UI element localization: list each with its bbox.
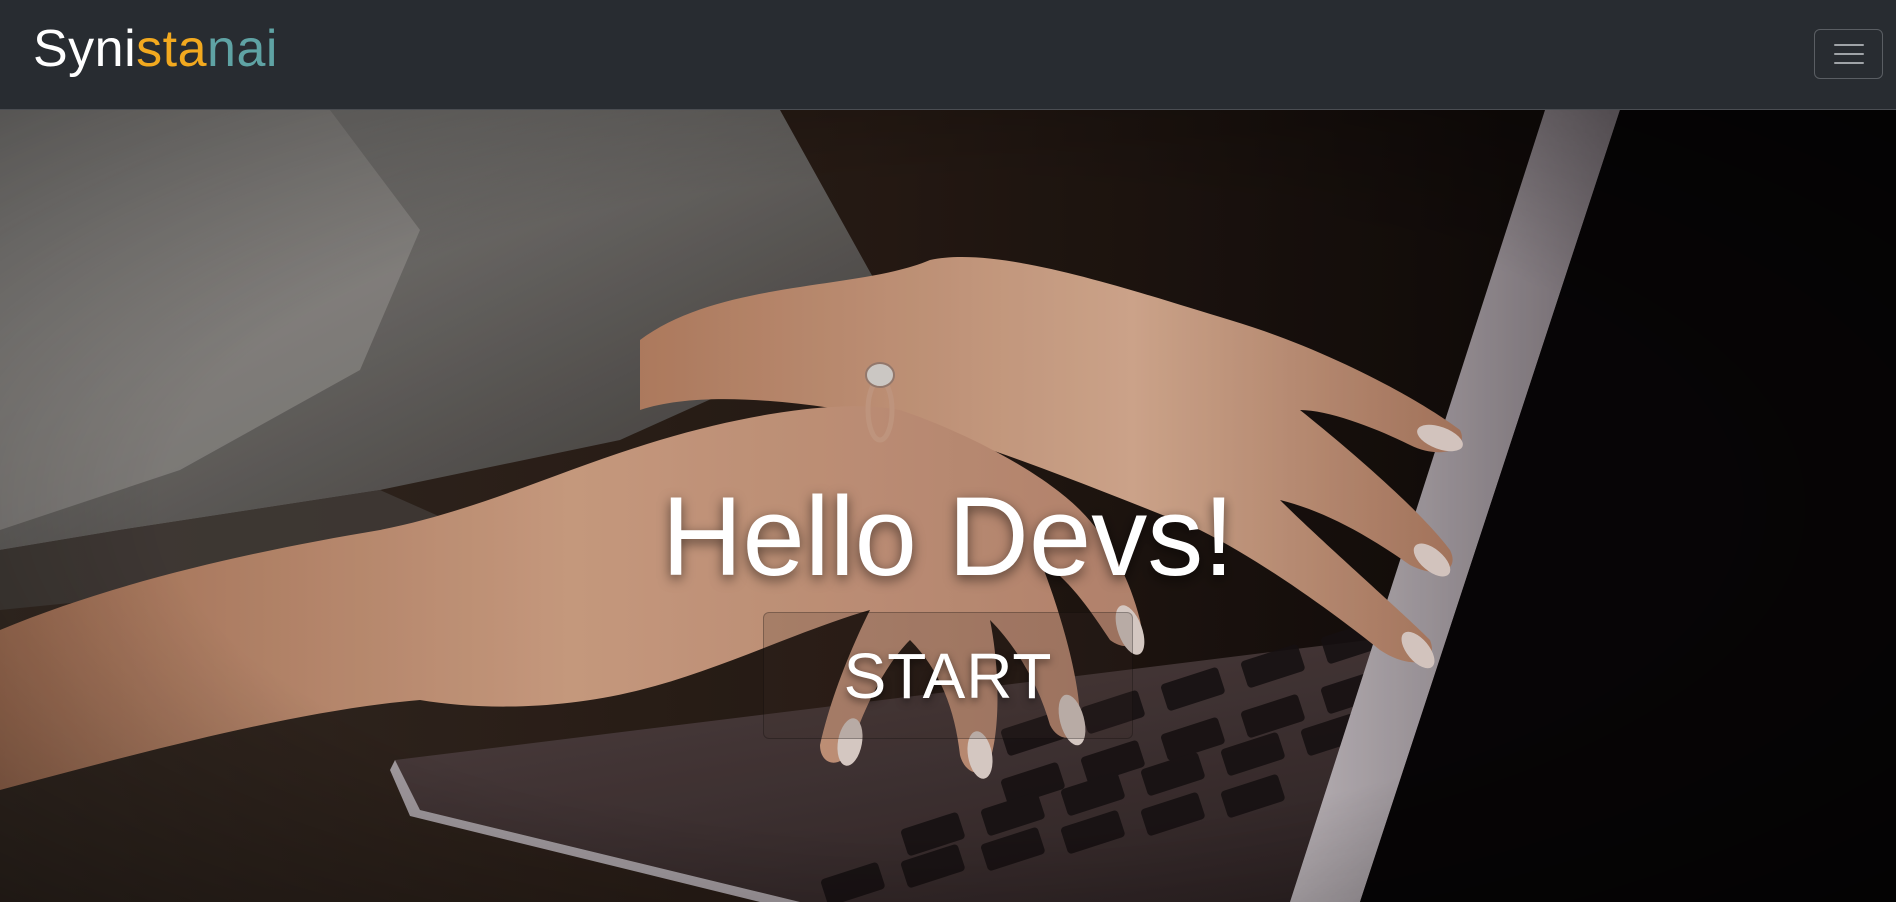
start-button[interactable]: START: [763, 612, 1133, 739]
brand-logo-link[interactable]: Syni sta nai: [33, 18, 278, 80]
brand-part-3: nai: [207, 20, 278, 78]
brand-part-2: sta: [136, 20, 208, 78]
hero-section: Hello Devs! START: [0, 110, 1896, 902]
hero-background-image: [0, 110, 1896, 902]
navbar-toggle-button[interactable]: [1814, 29, 1883, 79]
navbar: Syni sta nai: [0, 0, 1896, 110]
brand-part-1: Syni: [33, 20, 137, 78]
hamburger-menu-icon: [1834, 43, 1864, 65]
